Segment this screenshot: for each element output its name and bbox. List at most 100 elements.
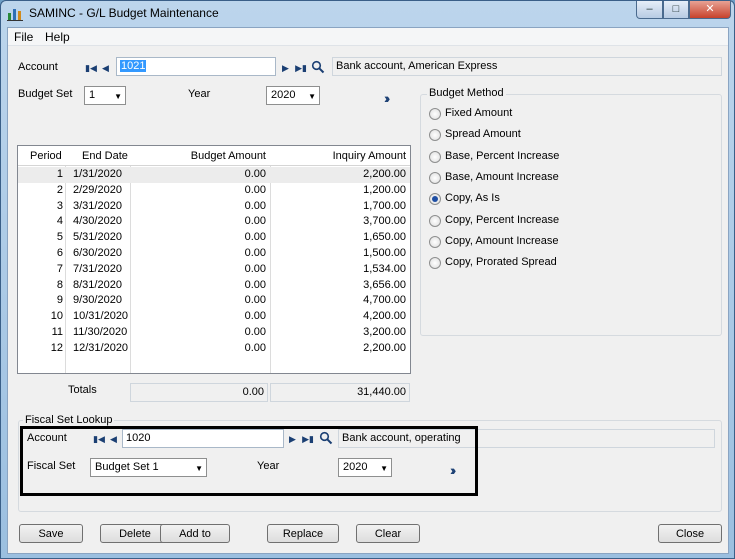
table-row[interactable]: 11 11/30/2020 0.00 3,200.00	[18, 325, 410, 341]
menu-help[interactable]: Help	[45, 30, 70, 44]
account-description: Bank account, American Express	[332, 57, 722, 76]
totals-label: Totals	[68, 384, 97, 396]
year-label: Year	[188, 88, 211, 100]
account-label: Account	[18, 61, 58, 73]
cell-end-date: 8/31/2020	[73, 278, 122, 291]
client-area: File Help Account ▮◀ ◀ 1021 ▶ ▶▮ Bank ac…	[7, 27, 729, 554]
table-row[interactable]: 8 8/31/2020 0.00 3,656.00	[18, 278, 410, 294]
first-record-icon[interactable]: ▮◀	[85, 61, 97, 75]
cell-inquiry-amount: 1,200.00	[363, 183, 406, 196]
cell-period: 3	[56, 199, 63, 212]
cell-period: 9	[56, 294, 63, 307]
totals-inquiry-value: 31,440.00	[357, 386, 406, 398]
cell-budget-amount: 0.00	[244, 199, 266, 212]
next-record-icon[interactable]: ▶	[281, 61, 290, 75]
cell-end-date: 5/31/2020	[73, 231, 122, 244]
col-period[interactable]: Period	[30, 150, 62, 162]
col-inquiry-amount[interactable]: Inquiry Amount	[333, 150, 406, 162]
last-record-icon[interactable]: ▶▮	[295, 61, 307, 75]
table-row[interactable]: 7 7/31/2020 0.00 1,534.00	[18, 262, 410, 278]
cell-end-date: 10/31/2020	[73, 310, 129, 323]
table-row[interactable]: 4 4/30/2020 0.00 3,700.00	[18, 214, 410, 230]
cell-period: 7	[56, 262, 63, 275]
table-row[interactable]: 3 3/31/2020 0.00 1,700.00	[18, 199, 410, 215]
cell-inquiry-amount: 1,534.00	[363, 262, 406, 275]
budget-method-group: Budget Method Fixed Amount Spread Amount…	[420, 87, 722, 336]
cell-end-date: 3/31/2020	[73, 199, 122, 212]
table-row[interactable]: 10 10/31/2020 0.00 4,200.00	[18, 309, 410, 325]
cell-end-date: 12/31/2020	[73, 341, 129, 354]
cell-inquiry-amount: 1,650.00	[363, 231, 406, 244]
clear-button[interactable]: Clear	[356, 524, 420, 543]
minimize-button[interactable]: –	[636, 1, 663, 19]
cell-budget-amount: 0.00	[244, 278, 266, 291]
app-chart-icon	[7, 9, 23, 21]
cell-period: 10	[50, 310, 63, 323]
close-button[interactable]: Close	[658, 524, 722, 543]
highlight-box	[20, 426, 478, 496]
cell-budget-amount: 0.00	[244, 183, 266, 196]
totals-budget-value: 0.00	[242, 386, 264, 398]
cell-end-date: 7/31/2020	[73, 262, 122, 275]
close-window-button[interactable]: ✕	[689, 1, 731, 19]
maximize-button[interactable]: □	[663, 1, 689, 19]
title-bar[interactable]: SAMINC - G/L Budget Maintenance – □ ✕	[1, 1, 734, 25]
table-row[interactable]: 9 9/30/2020 0.00 4,700.00	[18, 293, 410, 309]
cell-budget-amount: 0.00	[244, 215, 266, 228]
cell-end-date: 11/30/2020	[73, 326, 128, 338]
table-row[interactable]: 12 12/31/2020 0.00 2,200.00	[18, 341, 410, 357]
budget-table[interactable]: Period End Date Budget Amount Inquiry Am…	[17, 145, 411, 374]
chevron-down-icon: ▼	[114, 92, 122, 101]
window-title: SAMINC - G/L Budget Maintenance	[29, 6, 219, 20]
totals-inquiry: 31,440.00	[270, 383, 410, 402]
cell-end-date: 9/30/2020	[73, 294, 122, 307]
chevron-down-icon: ▼	[308, 92, 316, 101]
search-icon[interactable]	[311, 60, 325, 74]
cell-period: 11	[51, 326, 63, 338]
save-button[interactable]: Save	[19, 524, 83, 543]
table-row[interactable]: 2 2/29/2020 0.00 1,200.00	[18, 183, 410, 199]
cell-end-date: 1/31/2020	[73, 168, 122, 180]
cell-budget-amount: 0.00	[244, 168, 266, 180]
year-value: 2020	[271, 89, 296, 101]
menu-file[interactable]: File	[14, 30, 33, 44]
col-end-date[interactable]: End Date	[82, 150, 128, 162]
cell-inquiry-amount: 3,656.00	[363, 278, 406, 291]
cell-budget-amount: 0.00	[244, 310, 266, 323]
table-row[interactable]: 6 6/30/2020 0.00 1,500.00	[18, 246, 410, 262]
cell-end-date: 4/30/2020	[73, 215, 122, 228]
budget-set-label: Budget Set	[18, 88, 73, 100]
cell-period: 8	[56, 278, 63, 291]
table-row[interactable]: 5 5/31/2020 0.00 1,650.00	[18, 230, 410, 246]
cell-budget-amount: 0.00	[244, 262, 266, 275]
app-window: SAMINC - G/L Budget Maintenance – □ ✕ Fi…	[0, 0, 735, 559]
totals-budget: 0.00	[130, 383, 268, 402]
cell-period: 12	[50, 341, 63, 354]
cell-budget-amount: 0.00	[244, 341, 266, 354]
cell-end-date: 6/30/2020	[73, 247, 122, 259]
budget-set-value: 1	[89, 89, 96, 101]
cell-inquiry-amount: 4,700.00	[363, 294, 406, 307]
cell-budget-amount: 0.00	[244, 326, 266, 338]
cell-budget-amount: 0.00	[244, 294, 266, 307]
menu-bar: File Help	[8, 28, 728, 46]
cell-budget-amount: 0.00	[244, 247, 266, 259]
add-to-button[interactable]: Add to	[160, 524, 230, 543]
cell-period: 1	[56, 168, 63, 180]
table-row[interactable]: 1 1/31/2020 0.00 2,200.00	[18, 167, 410, 183]
fiscal-set-lookup-title: Fiscal Set Lookup	[23, 414, 115, 426]
cell-period: 5	[56, 231, 63, 244]
previous-record-icon[interactable]: ◀	[101, 61, 110, 75]
year-select[interactable]: 2020 ▼	[266, 86, 320, 105]
cell-end-date: 2/29/2020	[73, 183, 122, 196]
col-budget-amount[interactable]: Budget Amount	[191, 150, 266, 162]
cell-inquiry-amount: 3,700.00	[363, 215, 406, 228]
budget-method-title: Budget Method	[427, 87, 506, 99]
budget-set-select[interactable]: 1 ▼	[84, 86, 126, 105]
cell-period: 2	[56, 183, 63, 196]
replace-button[interactable]: Replace	[267, 524, 339, 543]
account-description-text: Bank account, American Express	[336, 60, 498, 72]
account-input[interactable]: 1021	[116, 57, 276, 76]
cell-budget-amount: 0.00	[244, 231, 266, 244]
fast-forward-icon[interactable]: ››	[384, 90, 391, 106]
